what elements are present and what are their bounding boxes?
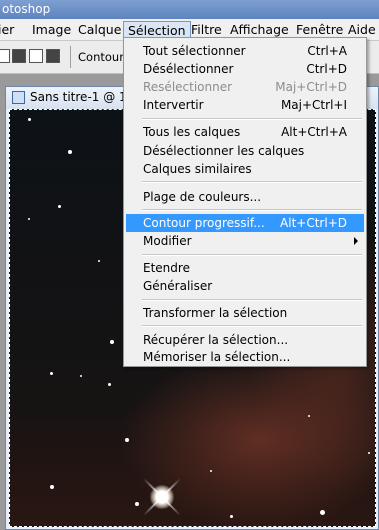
menu-item-label: Resélectionner xyxy=(143,80,233,94)
star xyxy=(320,510,325,515)
menu-item-modifier[interactable]: Modifier xyxy=(126,232,364,250)
menu-separator xyxy=(142,209,362,211)
bright-star xyxy=(150,485,174,509)
menu-fichier[interactable]: ier xyxy=(0,21,18,38)
submenu-arrow-icon xyxy=(354,237,358,245)
menu-separator xyxy=(142,181,362,183)
menu-item-deselectionner-les-calques[interactable]: Désélectionner les calques xyxy=(126,142,364,160)
menu-item-recuperer-la-selection[interactable]: Récupérer la sélection... xyxy=(126,331,364,349)
menu-item-shortcut: Alt+Ctrl+A xyxy=(281,125,347,139)
star xyxy=(368,452,370,454)
subtract-selection-icon[interactable] xyxy=(29,49,43,63)
menu-item-reselectionner[interactable]: Resélectionner Maj+Ctrl+D xyxy=(126,78,364,96)
star xyxy=(125,438,129,442)
menu-item-memoriser-la-selection[interactable]: Mémoriser la sélection... xyxy=(126,348,364,366)
star xyxy=(28,218,30,220)
menu-item-label: Etendre xyxy=(143,261,190,275)
star xyxy=(80,375,82,377)
menu-item-intervertir[interactable]: Intervertir Maj+Ctrl+I xyxy=(126,96,364,114)
menu-item-label: Contour progressif... xyxy=(143,216,265,230)
star xyxy=(28,118,31,121)
star xyxy=(50,372,53,375)
menu-item-shortcut: Maj+Ctrl+I xyxy=(280,98,347,112)
menu-separator xyxy=(142,254,362,256)
menu-item-shortcut: Maj+Ctrl+D xyxy=(275,80,347,94)
menu-item-label: Transformer la sélection xyxy=(143,306,288,320)
menu-separator xyxy=(142,299,362,301)
toolbar-divider xyxy=(70,46,71,68)
window-titlebar: otoshop xyxy=(0,0,379,19)
menu-separator xyxy=(142,118,362,120)
star xyxy=(308,415,310,417)
menu-item-label: Tous les calques xyxy=(143,125,241,139)
menu-fenetre[interactable]: Fenêtre xyxy=(292,21,347,38)
menu-item-shortcut: Alt+Ctrl+D xyxy=(280,216,347,230)
menu-item-etendre[interactable]: Etendre xyxy=(126,259,364,277)
menu-item-label: Tout sélectionner xyxy=(143,44,246,58)
menu-item-label: Plage de couleurs... xyxy=(143,190,262,204)
menu-separator xyxy=(142,325,362,327)
menu-item-label: Intervertir xyxy=(143,98,204,112)
star xyxy=(50,485,54,489)
menu-item-label: Désélectionner les calques xyxy=(143,144,305,158)
menu-item-deselectionner[interactable]: Désélectionner Ctrl+D xyxy=(126,60,364,78)
star xyxy=(135,502,139,506)
add-selection-icon[interactable] xyxy=(12,49,26,63)
new-selection-icon[interactable] xyxy=(0,49,10,63)
menu-item-label: Désélectionner xyxy=(143,62,234,76)
star xyxy=(230,515,233,518)
menu-image[interactable]: Image xyxy=(28,21,75,38)
star xyxy=(210,470,212,472)
selection-menu-dropdown: Tout sélectionner Ctrl+A Désélectionner … xyxy=(123,37,367,367)
menu-aide[interactable]: Aide xyxy=(344,21,379,38)
intersect-selection-icon[interactable] xyxy=(46,49,60,63)
menu-item-label: Mémoriser la sélection... xyxy=(143,350,291,364)
menu-item-transformer-la-selection[interactable]: Transformer la sélection xyxy=(126,304,364,322)
menu-item-tout-selectionner[interactable]: Tout sélectionner Ctrl+A xyxy=(126,42,364,60)
star xyxy=(58,205,61,208)
menu-calque[interactable]: Calque xyxy=(74,21,125,38)
menu-filtre[interactable]: Filtre xyxy=(187,21,226,38)
menu-item-label: Calques similaires xyxy=(143,162,252,176)
menu-item-label: Modifier xyxy=(143,234,192,248)
menu-selection[interactable]: Sélection xyxy=(123,21,191,38)
star xyxy=(68,150,72,154)
menu-item-plage-de-couleurs[interactable]: Plage de couleurs... xyxy=(126,188,364,206)
document-icon xyxy=(12,91,25,104)
star xyxy=(108,383,111,386)
menu-item-shortcut: Ctrl+A xyxy=(307,44,347,58)
app-title: otoshop xyxy=(2,2,51,16)
menu-item-label: Généraliser xyxy=(143,279,213,293)
menu-item-contour-progressif[interactable]: Contour progressif... Alt+Ctrl+D xyxy=(126,214,364,232)
star xyxy=(110,340,114,344)
menu-item-generaliser[interactable]: Généraliser xyxy=(126,277,364,295)
menu-item-tous-les-calques[interactable]: Tous les calques Alt+Ctrl+A xyxy=(126,123,364,141)
menu-affichage[interactable]: Affichage xyxy=(226,21,293,38)
menu-item-shortcut: Ctrl+D xyxy=(306,62,347,76)
star xyxy=(98,260,100,262)
menu-item-calques-similaires[interactable]: Calques similaires xyxy=(126,160,364,178)
menu-item-label: Récupérer la sélection... xyxy=(143,333,289,347)
